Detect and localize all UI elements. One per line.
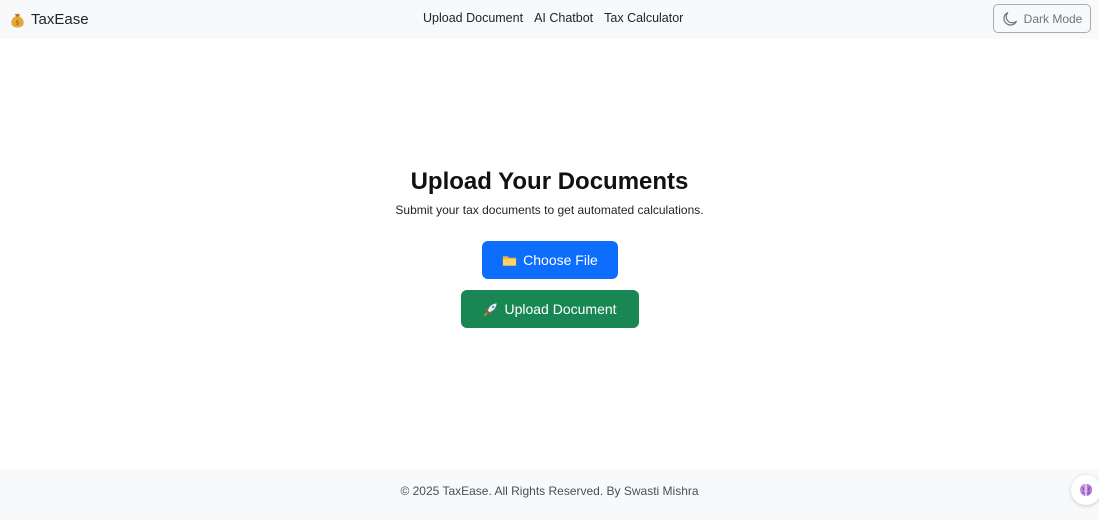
brand-name: TaxEase — [31, 10, 89, 28]
svg-text:$: $ — [15, 18, 19, 26]
brain-icon — [1080, 484, 1092, 496]
footer-copyright: © 2025 TaxEase. All Rights Reserved. By … — [400, 484, 699, 498]
brand[interactable]: $ TaxEase — [10, 9, 89, 29]
choose-file-button[interactable]: Choose File — [482, 241, 618, 279]
page-title: Upload Your Documents — [410, 168, 689, 195]
assistant-fab-button[interactable] — [1071, 475, 1099, 505]
footer: © 2025 TaxEase. All Rights Reserved. By … — [0, 470, 1099, 520]
page-subtitle: Submit your tax documents to get automat… — [395, 203, 704, 217]
upload-document-button[interactable]: Upload Document — [461, 290, 639, 328]
folder-icon — [503, 255, 517, 266]
money-bag-icon: $ — [11, 13, 24, 27]
nav-links: Upload Document AI Chatbot Tax Calculato… — [423, 11, 683, 25]
upload-section: Upload Your Documents Submit your tax do… — [0, 39, 1099, 470]
navbar: $ TaxEase Upload Document AI Chatbot Tax… — [0, 0, 1099, 39]
nav-link-ai-chatbot[interactable]: AI Chatbot — [534, 11, 593, 25]
moon-icon — [1003, 11, 1017, 26]
choose-file-label: Choose File — [523, 252, 598, 268]
dark-mode-button[interactable]: Dark Mode — [993, 4, 1091, 33]
rocket-icon — [484, 302, 498, 316]
upload-document-label: Upload Document — [504, 301, 617, 317]
nav-link-upload-document[interactable]: Upload Document — [423, 11, 523, 25]
dark-mode-label: Dark Mode — [1023, 11, 1083, 26]
nav-link-tax-calculator[interactable]: Tax Calculator — [604, 11, 683, 25]
